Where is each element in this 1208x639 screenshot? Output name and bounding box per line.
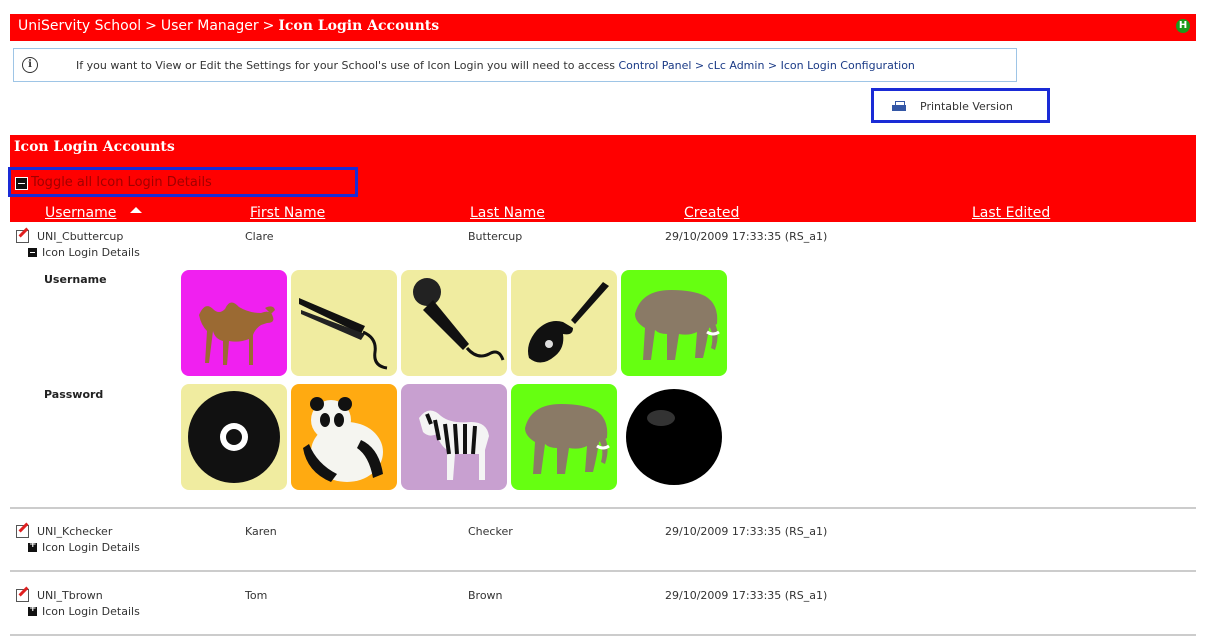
electric-guitar-icon xyxy=(511,270,617,376)
column-username[interactable]: Username xyxy=(45,205,116,221)
icon-login-details-toggle[interactable]: Icon Login Details xyxy=(28,604,140,618)
column-first-name[interactable]: First Name xyxy=(250,205,325,221)
icon-username-label: Username xyxy=(44,273,107,286)
username-cell: UNI_Tbrown xyxy=(37,589,103,602)
sort-ascending-icon xyxy=(130,207,142,213)
edit-icon[interactable] xyxy=(16,522,32,538)
icon-login-details-label: Icon Login Details xyxy=(42,541,140,554)
icon-login-details-label: Icon Login Details xyxy=(42,605,140,618)
help-icon[interactable]: H xyxy=(1176,19,1190,33)
last-name-cell: Buttercup xyxy=(468,230,523,243)
column-created[interactable]: Created xyxy=(684,205,739,221)
first-name-cell: Tom xyxy=(245,589,268,602)
hair-straightener-icon xyxy=(291,270,397,376)
row-divider xyxy=(10,507,1196,509)
icon-login-config-link[interactable]: Control Panel > cLc Admin > Icon Login C… xyxy=(619,59,915,72)
collapse-icon xyxy=(28,248,37,257)
info-icon: i xyxy=(22,57,38,73)
microphone-icon xyxy=(401,270,507,376)
elephant-icon xyxy=(511,384,617,490)
camel-icon xyxy=(181,270,287,376)
created-cell: 29/10/2009 17:33:35 (RS_a1) xyxy=(665,230,828,243)
breadcrumb-separator: > xyxy=(145,18,157,34)
first-name-cell: Clare xyxy=(245,230,274,243)
created-cell: 29/10/2009 17:33:35 (RS_a1) xyxy=(665,525,828,538)
created-cell: 29/10/2009 17:33:35 (RS_a1) xyxy=(665,589,828,602)
printer-icon xyxy=(892,101,906,113)
last-name-cell: Brown xyxy=(468,589,503,602)
cd-disc-icon xyxy=(181,384,287,490)
first-name-cell: Karen xyxy=(245,525,277,538)
username-cell: UNI_Cbuttercup xyxy=(37,230,124,243)
expand-icon xyxy=(28,540,37,552)
row-divider xyxy=(10,570,1196,572)
collapse-icon xyxy=(15,177,28,190)
username-cell: UNI_Kchecker xyxy=(37,525,113,538)
icon-password-label: Password xyxy=(44,388,104,401)
column-last-edited[interactable]: Last Edited xyxy=(972,205,1050,221)
toggle-all-details[interactable]: Toggle all Icon Login Details xyxy=(8,167,358,197)
column-last-name[interactable]: Last Name xyxy=(470,205,545,221)
elephant-icon xyxy=(621,270,727,376)
info-message: i If you want to View or Edit the Settin… xyxy=(13,48,1017,82)
printable-version-label: Printable Version xyxy=(920,100,1013,113)
row-divider xyxy=(10,634,1196,636)
icon-login-details-label: Icon Login Details xyxy=(42,246,140,259)
icon-login-details-toggle[interactable]: Icon Login Details xyxy=(28,540,140,554)
breadcrumb-current: Icon Login Accounts xyxy=(278,18,440,34)
info-text: If you want to View or Edit the Settings… xyxy=(76,59,915,72)
black-ball-icon xyxy=(621,384,727,490)
edit-icon[interactable] xyxy=(16,586,32,602)
breadcrumb-bar: UniServity School > User Manager > Icon Logi… xyxy=(10,14,1196,41)
edit-icon[interactable] xyxy=(16,227,32,243)
breadcrumb-school[interactable]: UniServity School xyxy=(18,18,141,34)
breadcrumb: UniServity School > User Manager > Icon Logi… xyxy=(18,18,439,34)
toggle-all-label: Toggle all Icon Login Details xyxy=(31,175,212,190)
zebra-icon xyxy=(401,384,507,490)
panda-icon xyxy=(291,384,397,490)
breadcrumb-user-manager[interactable]: User Manager xyxy=(161,18,259,34)
printable-version-button[interactable]: Printable Version xyxy=(871,88,1050,123)
breadcrumb-separator: > xyxy=(262,18,275,34)
expand-icon xyxy=(28,604,37,616)
accounts-header: Icon Login Accounts Toggle all Icon Logi… xyxy=(8,135,1196,222)
info-message-text: If you want to View or Edit the Settings… xyxy=(76,59,619,72)
section-title: Icon Login Accounts xyxy=(14,139,175,155)
icon-login-details-toggle[interactable]: Icon Login Details xyxy=(28,246,140,259)
last-name-cell: Checker xyxy=(468,525,513,538)
